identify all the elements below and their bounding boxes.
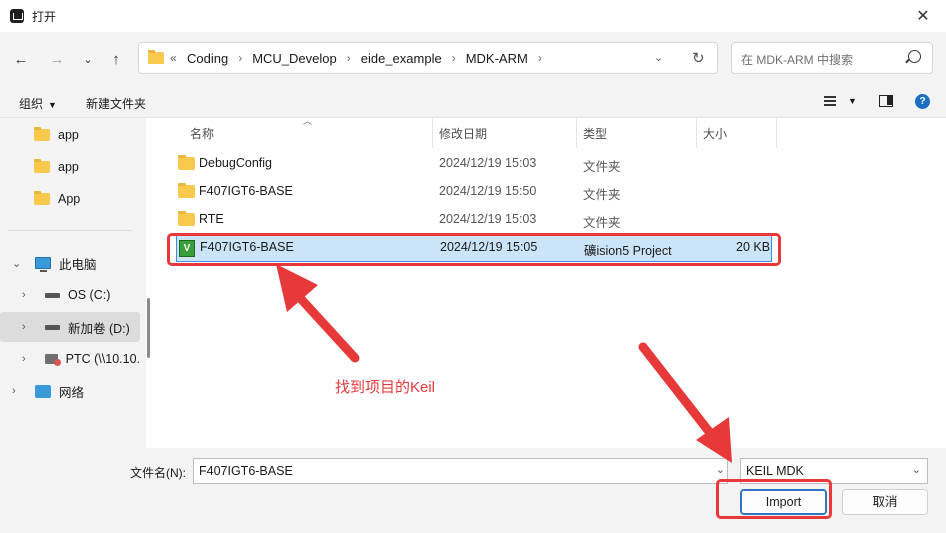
- annotation-label: 找到项目的Keil: [335, 379, 436, 396]
- arrow-shaft-to-import: [638, 342, 719, 443]
- annotation-arrows: [276, 264, 732, 463]
